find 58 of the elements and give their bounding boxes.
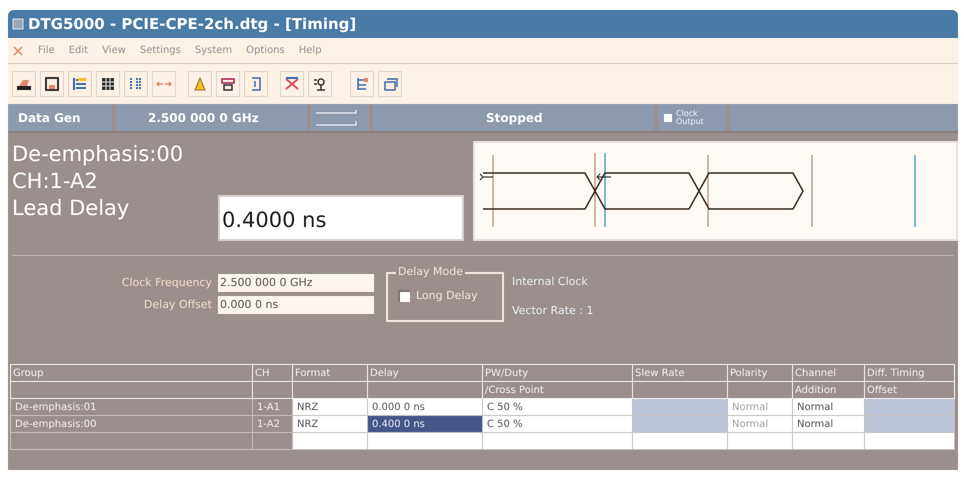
column-header: Delay	[368, 364, 482, 382]
blocks-icon[interactable]	[216, 71, 240, 97]
column-header: Format	[292, 364, 368, 382]
table-cell[interactable]: De-emphasis:00	[10, 416, 252, 432]
delay-mode-title: Delay Mode	[396, 264, 466, 280]
table-cell[interactable]: C 50 %	[482, 398, 632, 416]
menu-item[interactable]: File	[38, 43, 55, 58]
run-state: Stopped	[373, 104, 658, 131]
tree-icon[interactable]	[350, 71, 374, 97]
field-label: Delay Offset	[142, 296, 213, 313]
column-header: Offset	[864, 382, 954, 398]
frequency-label: 2.500 000 0 GHz	[116, 104, 311, 131]
table-cell[interactable]: NRZ	[292, 416, 368, 432]
menu-item[interactable]: System	[194, 43, 232, 58]
bars-icon[interactable]	[124, 71, 148, 97]
display-label: Lead Delay	[12, 195, 130, 222]
display-label: CH:1-A2	[12, 168, 99, 195]
probe-icon[interactable]	[308, 71, 332, 97]
printer-icon[interactable]	[12, 71, 36, 97]
list-icon[interactable]	[68, 71, 92, 97]
long-delay-label: Long Delay	[416, 288, 478, 304]
column-header: Addition	[792, 382, 864, 398]
table-cell[interactable]: Normal	[792, 416, 864, 432]
window-title: DTG5000 - PCIE-CPE-2ch.dtg - [Timing]	[28, 14, 356, 35]
column-header: Polarity	[728, 364, 792, 382]
column-header: /Cross Point	[482, 382, 632, 398]
app-icon	[12, 18, 24, 30]
table-cell[interactable]: De-emphasis:01	[10, 398, 252, 416]
column-header: CH	[252, 364, 292, 382]
cross-icon[interactable]	[280, 71, 304, 97]
column-header: Slew Rate	[632, 364, 728, 382]
field-label: Clock Frequency	[120, 274, 213, 291]
table-cell[interactable]: 0.400 0 ns	[368, 416, 482, 432]
table-cell[interactable]: NRZ	[292, 398, 368, 416]
menu-item[interactable]: Settings	[140, 43, 181, 58]
bracket-icon[interactable]	[244, 71, 268, 97]
menu-item[interactable]: Help	[298, 43, 322, 58]
mode-label: Data Gen	[8, 104, 116, 131]
menu-item[interactable]: View	[102, 43, 126, 58]
stack-icon[interactable]	[378, 71, 402, 97]
menu-item[interactable]: Edit	[68, 43, 88, 58]
input-field[interactable]: 0.000 0 ns	[218, 296, 374, 314]
info-text: Internal Clock	[512, 274, 589, 290]
menu-item[interactable]: Options	[246, 43, 285, 58]
column-header: Diff. Timing	[864, 364, 954, 382]
info-text: Vector Rate : 1	[512, 302, 594, 318]
column-header: Channel	[792, 364, 864, 382]
input-field[interactable]: 2.500 000 0 GHz	[218, 274, 374, 292]
column-header: Group	[10, 364, 252, 382]
table-cell[interactable]: Normal	[792, 398, 864, 416]
display-label: De-emphasis:00	[12, 141, 184, 168]
column-header: PW/Duty	[482, 364, 632, 382]
table-cell[interactable]: 1-A1	[252, 398, 292, 416]
table-cell[interactable]: 1-A2	[252, 416, 292, 432]
table-cell[interactable]: C 50 %	[482, 416, 632, 432]
table-cell[interactable]: 0.000 0 ns	[368, 398, 482, 416]
value-field[interactable]: 0.4000 ns	[218, 195, 464, 241]
grid-icon[interactable]	[96, 71, 120, 97]
